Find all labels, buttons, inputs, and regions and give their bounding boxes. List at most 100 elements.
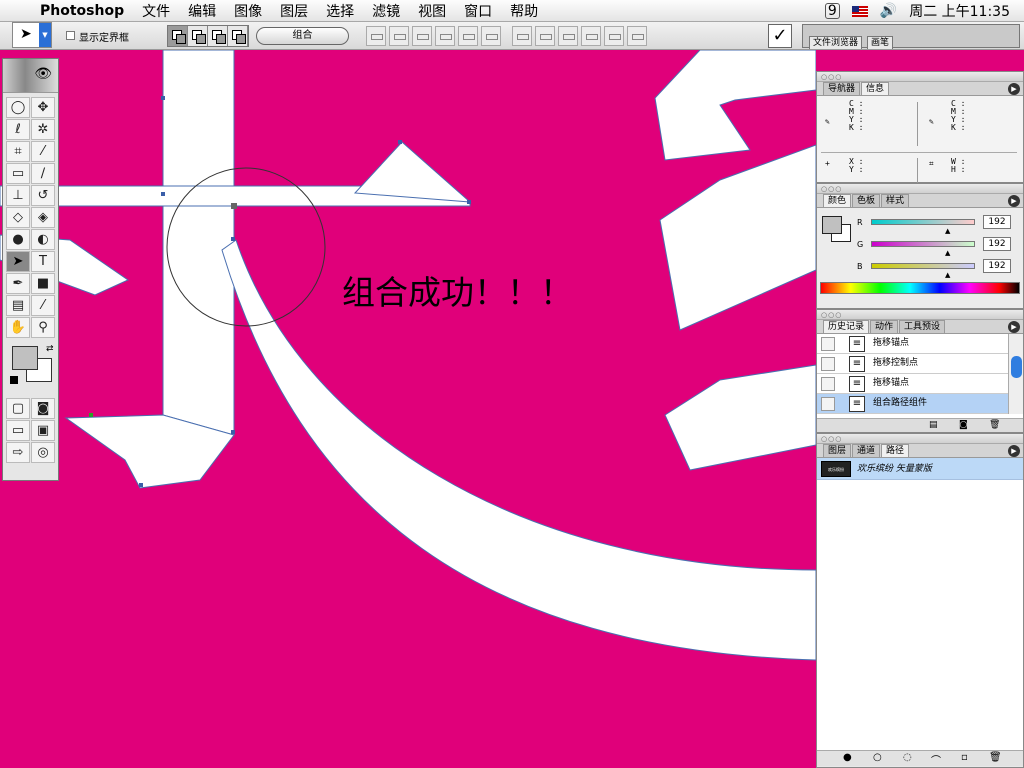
- distribute-right-button[interactable]: [627, 26, 647, 46]
- palette-title-bar[interactable]: ○○○: [817, 72, 1023, 82]
- palette-title-bar[interactable]: ○○○: [817, 310, 1023, 320]
- imageready-icon[interactable]: ◎: [31, 442, 55, 463]
- history-source-checkbox[interactable]: [821, 337, 835, 351]
- adobe-online-feather-button[interactable]: 👁: [3, 59, 58, 93]
- color-spectrum-bar[interactable]: [820, 282, 1020, 294]
- green-value-field[interactable]: 192: [983, 237, 1011, 251]
- slider-thumb-icon[interactable]: ▲: [945, 249, 950, 257]
- tab-navigator[interactable]: 导航器: [823, 82, 861, 95]
- path-item-selected[interactable]: 欢乐缤纷 欢乐缤纷 矢量蒙版: [817, 458, 1023, 480]
- tab-swatches[interactable]: 色板: [852, 194, 881, 207]
- path-selection-tool-icon[interactable]: ➤: [6, 251, 30, 272]
- slider-thumb-icon[interactable]: ▲: [945, 227, 950, 235]
- blue-value-field[interactable]: 192: [983, 259, 1011, 273]
- tab-history[interactable]: 历史记录: [823, 320, 870, 333]
- new-path-icon[interactable]: ▫: [961, 752, 968, 763]
- jump-to-imageready-icon[interactable]: ⇨: [6, 442, 30, 463]
- menu-file[interactable]: 文件: [142, 1, 170, 21]
- menu-filter[interactable]: 滤镜: [372, 1, 400, 21]
- distribute-top-button[interactable]: [512, 26, 532, 46]
- trash-icon[interactable]: 🗑: [989, 752, 1002, 763]
- menu-edit[interactable]: 编辑: [188, 1, 216, 21]
- full-screen-mode-icon[interactable]: ▣: [31, 420, 55, 441]
- menu-select[interactable]: 选择: [326, 1, 354, 21]
- swap-colors-icon[interactable]: ⇄: [46, 344, 54, 354]
- align-horizontal-centers-button[interactable]: [458, 26, 478, 46]
- tab-layers[interactable]: 图层: [823, 444, 852, 457]
- brush-tool-icon[interactable]: ∕: [31, 163, 55, 184]
- show-bounding-box-checkbox[interactable]: [66, 31, 75, 40]
- clone-stamp-tool-icon[interactable]: ⊥: [6, 185, 30, 206]
- eyedropper-tool-icon[interactable]: ⁄: [31, 295, 55, 316]
- crop-tool-icon[interactable]: ⌗: [6, 141, 30, 162]
- tab-channels[interactable]: 通道: [852, 444, 881, 457]
- red-slider[interactable]: ▲: [871, 219, 975, 235]
- camera-snapshot-icon[interactable]: ◙: [959, 420, 968, 430]
- align-top-edges-button[interactable]: [366, 26, 386, 46]
- marquee-tool-icon[interactable]: ◯: [6, 97, 30, 118]
- window-controls[interactable]: ○○○: [821, 435, 842, 443]
- tab-color[interactable]: 颜色: [823, 194, 852, 207]
- align-bottom-edges-button[interactable]: [412, 26, 432, 46]
- history-item-selected[interactable]: ≡ 组合路径组件: [817, 394, 1023, 414]
- menu-view[interactable]: 视图: [418, 1, 446, 21]
- slider-thumb-icon[interactable]: ▲: [945, 271, 950, 279]
- history-item[interactable]: ≡ 拖移锚点: [817, 374, 1023, 394]
- menu-layer[interactable]: 图层: [280, 1, 308, 21]
- commit-checkmark-button[interactable]: ✓: [768, 24, 792, 48]
- load-path-as-selection-icon[interactable]: ◌: [903, 752, 912, 763]
- tab-paths[interactable]: 路径: [881, 444, 910, 457]
- type-tool-icon[interactable]: T: [31, 251, 55, 272]
- menu-app-name[interactable]: Photoshop: [40, 3, 124, 19]
- distribute-hcenter-button[interactable]: [604, 26, 624, 46]
- scroll-thumb[interactable]: [1011, 356, 1022, 378]
- new-document-from-state-icon[interactable]: ▤: [929, 420, 938, 430]
- fill-path-icon[interactable]: ●: [843, 752, 852, 763]
- align-right-edges-button[interactable]: [481, 26, 501, 46]
- speaker-icon[interactable]: 🔊: [880, 3, 897, 19]
- combine-button[interactable]: 组合: [256, 27, 349, 45]
- quick-mask-mode-icon[interactable]: ◙: [31, 398, 55, 419]
- tab-file-browser[interactable]: 文件浏览器: [809, 36, 863, 49]
- history-scrollbar[interactable]: [1008, 334, 1023, 414]
- foreground-color-swatch[interactable]: [12, 346, 38, 370]
- input-language-flag-icon[interactable]: [851, 5, 868, 17]
- lasso-tool-icon[interactable]: ℓ: [6, 119, 30, 140]
- distribute-bottom-button[interactable]: [558, 26, 578, 46]
- document-canvas[interactable]: 组合成功！！！: [0, 50, 816, 768]
- blue-slider[interactable]: ▲: [871, 263, 975, 279]
- menu-help[interactable]: 帮助: [510, 1, 538, 21]
- hand-tool-icon[interactable]: ✋: [6, 317, 30, 338]
- foreground-color-swatch[interactable]: [822, 216, 842, 234]
- rectangle-shape-tool-icon[interactable]: ■: [31, 273, 55, 294]
- palette-menu-icon[interactable]: ▶: [1008, 445, 1020, 457]
- intersect-shape-areas-button[interactable]: [208, 26, 228, 46]
- sync-status-icon[interactable]: 9: [824, 3, 840, 19]
- history-item[interactable]: ≡ 拖移控制点: [817, 354, 1023, 374]
- palette-title-bar[interactable]: ○○○: [817, 184, 1023, 194]
- healing-brush-tool-icon[interactable]: ▭: [6, 163, 30, 184]
- menu-clock[interactable]: 周二 上午11:35: [909, 1, 1010, 21]
- history-brush-tool-icon[interactable]: ↺: [31, 185, 55, 206]
- align-vertical-centers-button[interactable]: [389, 26, 409, 46]
- blur-tool-icon[interactable]: ●: [6, 229, 30, 250]
- palette-menu-icon[interactable]: ▶: [1008, 321, 1020, 333]
- paint-bucket-tool-icon[interactable]: ◈: [31, 207, 55, 228]
- subtract-from-shape-area-button[interactable]: [188, 26, 208, 46]
- tab-styles[interactable]: 样式: [881, 194, 910, 207]
- magic-wand-tool-icon[interactable]: ✲: [31, 119, 55, 140]
- dodge-tool-icon[interactable]: ◐: [31, 229, 55, 250]
- notes-tool-icon[interactable]: ▤: [6, 295, 30, 316]
- green-slider[interactable]: ▲: [871, 241, 975, 257]
- palette-menu-icon[interactable]: ▶: [1008, 195, 1020, 207]
- eraser-tool-icon[interactable]: ◇: [6, 207, 30, 228]
- history-source-checkbox[interactable]: [821, 377, 835, 391]
- stroke-path-icon[interactable]: ○: [873, 752, 882, 763]
- slice-tool-icon[interactable]: ⁄: [31, 141, 55, 162]
- history-source-checkbox[interactable]: [821, 397, 835, 411]
- window-controls[interactable]: ○○○: [821, 73, 842, 81]
- default-colors-icon[interactable]: [10, 376, 18, 384]
- history-source-checkbox[interactable]: [821, 357, 835, 371]
- exclude-overlapping-shape-areas-button[interactable]: [228, 26, 248, 46]
- menu-image[interactable]: 图像: [234, 1, 262, 21]
